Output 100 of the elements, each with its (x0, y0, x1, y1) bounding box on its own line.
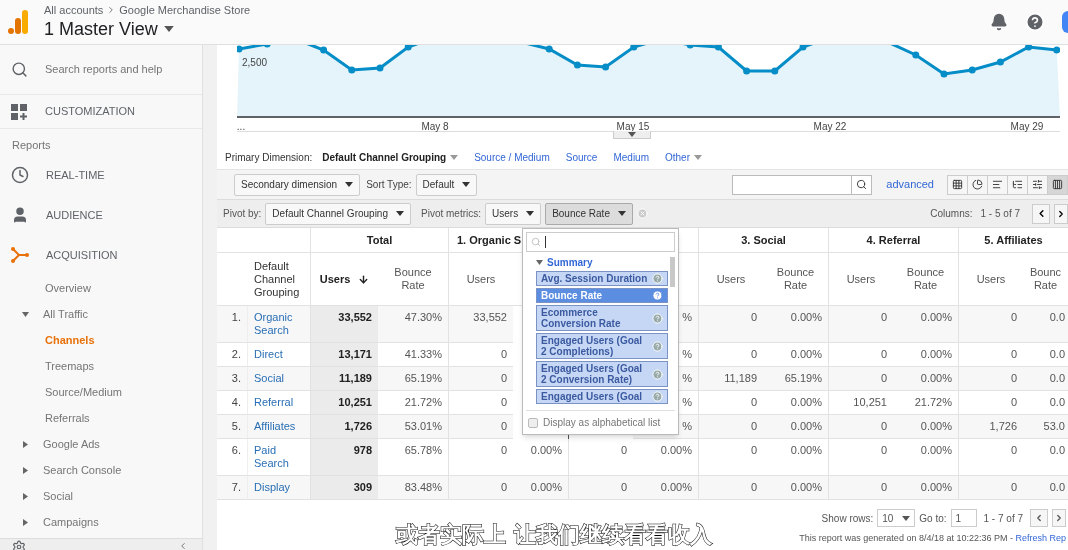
tree-icon (1012, 179, 1023, 190)
collapsed-caret-icon[interactable] (22, 518, 29, 526)
pivot-metric-dropdown[interactable]: Users (485, 202, 542, 225)
nav-item[interactable]: Channels (45, 331, 95, 349)
channel-link[interactable]: Display (254, 481, 291, 494)
channel-link[interactable]: Affiliates (254, 420, 296, 433)
table-cell: 0 (568, 439, 633, 476)
row-number: 5. (217, 415, 248, 439)
page-number-field[interactable]: 1 (950, 509, 977, 527)
scrollbar[interactable] (670, 257, 675, 287)
metric-option[interactable]: Engaged Users (Goal 2 Conversion Rate) (536, 361, 668, 387)
nav-item[interactable]: Overview (45, 279, 91, 297)
search-icon[interactable] (856, 179, 868, 190)
help-icon[interactable] (652, 290, 663, 301)
dimension-option[interactable]: Source / Medium (474, 149, 550, 165)
nav-item[interactable]: Source/Medium (45, 383, 123, 401)
view-toggle-button[interactable] (1047, 174, 1068, 195)
row-number: 6. (217, 439, 248, 476)
view-title[interactable]: 1 Master View (44, 16, 158, 41)
refresh-report-link[interactable]: Refresh Rep (1015, 532, 1066, 546)
nav-section[interactable]: ACQUISITION (46, 246, 118, 264)
table-cell: 0 (958, 306, 1023, 343)
pivot-by-label: Pivot by: (223, 207, 262, 221)
menu-group-title[interactable]: Summary (547, 255, 593, 270)
pivot-by-dropdown[interactable]: Default Channel Grouping (265, 202, 411, 225)
caret-icon (617, 211, 626, 216)
pivot-metric-dropdown[interactable]: Bounce Rate (545, 202, 633, 225)
table-cell: 11,189 (310, 367, 378, 391)
checkbox[interactable] (528, 417, 538, 428)
avatar-icon[interactable] (1062, 11, 1068, 33)
nav-item[interactable]: All Traffic (43, 305, 89, 323)
channel-link[interactable]: Paid Search (254, 444, 304, 470)
channel-link[interactable]: Social (254, 372, 284, 385)
view-toggle-button[interactable] (947, 174, 968, 195)
advanced-link[interactable]: advanced (886, 176, 934, 193)
table-cell: 0 (698, 439, 763, 476)
previous-button[interactable] (1032, 203, 1050, 224)
expanded-caret-icon[interactable] (22, 310, 29, 318)
metric-option[interactable]: Avg. Session Duration (536, 271, 668, 286)
chart-collapse-handle[interactable] (613, 131, 651, 139)
view-toggle-button[interactable] (987, 174, 1008, 195)
breadcrumb-link[interactable]: Google Merchandise Store (119, 3, 251, 17)
nav-item[interactable]: Search Console (43, 461, 122, 479)
search-field[interactable]: Search reports and help (45, 61, 195, 78)
nav-item[interactable]: Referrals (45, 409, 90, 427)
nav-item[interactable]: Campaigns (43, 513, 99, 531)
channel-link[interactable]: Organic Search (254, 311, 304, 337)
collapsed-caret-icon[interactable] (22, 466, 29, 474)
dimension-option[interactable]: Source (565, 149, 598, 165)
dimension-option[interactable]: Default Channel Grouping (322, 149, 459, 165)
next-button[interactable] (1052, 509, 1066, 527)
bell-icon[interactable] (990, 13, 1008, 31)
view-toggle-button[interactable] (1007, 174, 1028, 195)
column-header[interactable]: Users (466, 272, 496, 286)
data-point (1053, 46, 1060, 54)
dimension-option[interactable]: Other (665, 149, 702, 165)
metric-option[interactable]: Engaged Users (Goal (536, 389, 668, 404)
view-toggle-button[interactable] (967, 174, 988, 195)
collapsed-caret-icon[interactable] (22, 440, 29, 448)
collapsed-caret-icon[interactable] (22, 492, 29, 500)
row-number: 4. (217, 391, 248, 415)
metric-option[interactable]: Ecommerce Conversion Rate (536, 305, 668, 331)
channel-link[interactable]: Referral (254, 396, 294, 409)
column-header[interactable]: Bounce Rate (769, 266, 822, 292)
nav-item[interactable]: Treemaps (45, 357, 95, 375)
column-header[interactable]: Users (716, 272, 746, 286)
breadcrumb-link[interactable]: All accounts (44, 3, 104, 17)
column-group-header: 4. Referral (866, 232, 921, 248)
column-header[interactable]: Users (319, 272, 370, 286)
metric-option[interactable]: Bounce Rate (536, 288, 668, 303)
secondary-dimension-dropdown[interactable]: Secondary dimension (234, 173, 361, 196)
data-point (545, 45, 553, 53)
column-header[interactable]: Bounce Rate (899, 266, 952, 292)
column-header[interactable]: Users (976, 272, 1006, 286)
data-point (968, 66, 976, 74)
table-cell: 0.00% (893, 306, 958, 343)
metric-option[interactable]: Engaged Users (Goal 2 Completions) (536, 333, 668, 359)
data-point (320, 46, 328, 54)
nav-section[interactable]: AUDIENCE (46, 206, 103, 224)
sort-type-dropdown[interactable]: Default (415, 173, 478, 196)
column-header[interactable]: Bounce Rate (384, 266, 442, 292)
dimension-option[interactable]: Medium (613, 149, 649, 165)
rows-per-page-dropdown[interactable]: 10 (877, 509, 916, 527)
column-header[interactable]: Bounc Rate (1029, 266, 1062, 292)
next-button[interactable] (1054, 203, 1068, 224)
nav-section[interactable]: CUSTOMIZATION (45, 103, 136, 120)
nav-item[interactable]: Google Ads (43, 435, 100, 453)
view-toggle-button[interactable] (1027, 174, 1048, 195)
menu-search-field[interactable] (526, 232, 675, 252)
channel-link[interactable]: Direct (254, 348, 283, 361)
columns-label: Columns: (930, 207, 973, 221)
settings-icon[interactable] (12, 540, 26, 550)
column-header[interactable]: Users (846, 272, 876, 286)
table-cell: 0 (828, 439, 893, 476)
expanded-caret-icon[interactable] (536, 259, 543, 266)
nav-item[interactable]: Social (43, 487, 73, 505)
table-search-field[interactable] (732, 174, 873, 195)
axis-label: May 8 (421, 120, 449, 134)
nav-section[interactable]: REAL-TIME (46, 166, 105, 184)
axis-label: May 29 (1010, 120, 1044, 134)
